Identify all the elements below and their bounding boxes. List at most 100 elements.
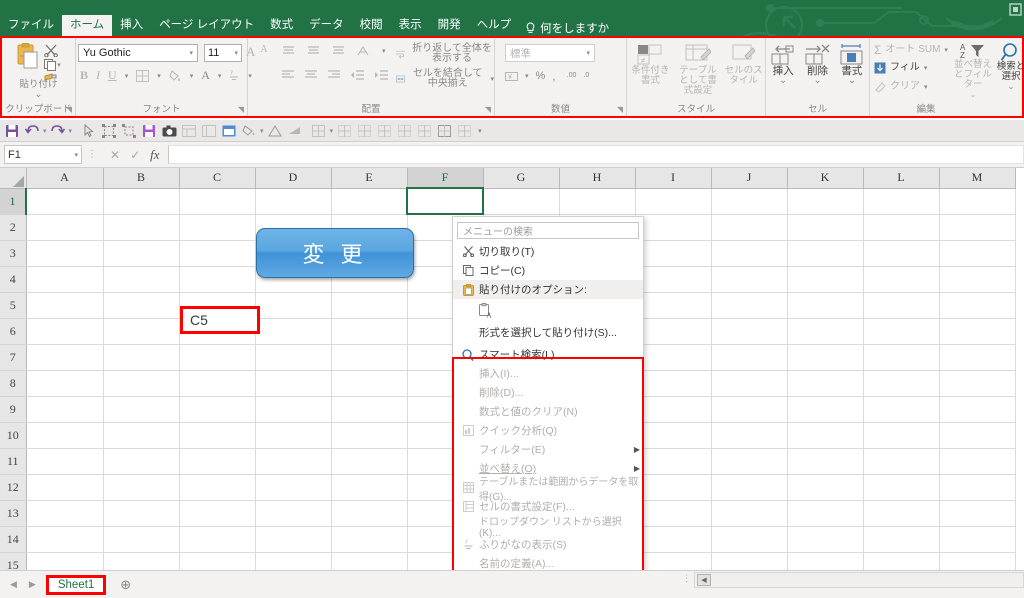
cell-l11[interactable] xyxy=(863,448,940,475)
cell-a15[interactable] xyxy=(26,552,104,570)
cell-i4[interactable] xyxy=(635,266,712,293)
context-menu-item-copy[interactable]: コピー(C) xyxy=(453,261,643,280)
column-header-m[interactable]: M xyxy=(939,168,1016,189)
cell-b8[interactable] xyxy=(103,370,180,397)
cell-l5[interactable] xyxy=(863,292,940,319)
copy-dropdown-caret[interactable]: ▾ xyxy=(57,61,61,69)
cell-b6[interactable] xyxy=(103,318,180,345)
cell-e14[interactable] xyxy=(331,526,408,553)
cell-a7[interactable] xyxy=(26,344,104,371)
cell-j7[interactable] xyxy=(711,344,788,371)
ungroup-icon[interactable] xyxy=(120,122,138,140)
cell-a11[interactable] xyxy=(26,448,104,475)
ribbon-tab-file[interactable]: ファイル xyxy=(0,15,62,36)
context-menu-item-smart-lookup[interactable]: スマート検索(L) xyxy=(453,345,643,364)
cell-i14[interactable] xyxy=(635,526,712,553)
cell-c14[interactable] xyxy=(179,526,256,553)
cell-a1[interactable] xyxy=(26,188,104,215)
formula-bar-grip[interactable]: ⋮ xyxy=(82,149,102,160)
row-header-7[interactable]: 7 xyxy=(0,344,27,371)
cell-m3[interactable] xyxy=(939,240,1016,267)
horizontal-split-grip[interactable]: ⋮ xyxy=(682,573,691,584)
cell-d15[interactable] xyxy=(255,552,332,570)
window-icon[interactable] xyxy=(200,122,218,140)
align-bottom-icon[interactable] xyxy=(332,45,345,57)
column-header-d[interactable]: D xyxy=(255,168,332,189)
cell-a10[interactable] xyxy=(26,422,104,449)
cell-m5[interactable] xyxy=(939,292,1016,319)
cell-l6[interactable] xyxy=(863,318,940,345)
column-header-c[interactable]: C xyxy=(179,168,256,189)
sort-filter-button[interactable]: A Z 並べ替えとフィルター ⌄ xyxy=(952,42,994,100)
cell-j12[interactable] xyxy=(711,474,788,501)
border-7-icon[interactable] xyxy=(455,122,473,140)
ribbon-tab-developer[interactable]: 開発 xyxy=(430,15,469,36)
align-middle-icon[interactable] xyxy=(307,45,320,57)
align-top-icon[interactable] xyxy=(282,45,295,57)
cell-i11[interactable] xyxy=(635,448,712,475)
context-menu-search[interactable]: メニューの検索 xyxy=(457,222,639,239)
accounting-format-icon[interactable]: ¥ xyxy=(505,70,518,82)
formula-input[interactable] xyxy=(167,145,1024,164)
ribbon-tab-page-layout[interactable]: ページ レイアウト xyxy=(151,15,262,36)
cell-c7[interactable] xyxy=(179,344,256,371)
prev-sheet-icon[interactable]: ◀ xyxy=(10,579,17,590)
scissors-icon[interactable] xyxy=(44,44,59,57)
cell-d1[interactable] xyxy=(255,188,332,215)
cell-k7[interactable] xyxy=(787,344,864,371)
format-cells-button[interactable]: 書式 ⌄ xyxy=(839,44,865,86)
shape-effect-icon[interactable] xyxy=(286,122,304,140)
cell-b15[interactable] xyxy=(103,552,180,570)
cell-a13[interactable] xyxy=(26,500,104,527)
column-header-j[interactable]: J xyxy=(711,168,788,189)
cell-i8[interactable] xyxy=(635,370,712,397)
row-header-4[interactable]: 4 xyxy=(0,266,27,293)
horizontal-scrollbar[interactable]: ◀ xyxy=(694,572,1024,588)
name-box[interactable]: F1 ▾ xyxy=(4,145,82,164)
insert-cells-caret[interactable]: ⌄ xyxy=(779,76,787,86)
save-as-icon[interactable] xyxy=(140,122,158,140)
cell-b14[interactable] xyxy=(103,526,180,553)
cell-m8[interactable] xyxy=(939,370,1016,397)
split-window-icon[interactable] xyxy=(220,122,238,140)
cell-e8[interactable] xyxy=(331,370,408,397)
cell-k10[interactable] xyxy=(787,422,864,449)
select-all-corner[interactable] xyxy=(0,168,27,189)
more-icon[interactable]: ▾ xyxy=(478,127,482,135)
cell-k8[interactable] xyxy=(787,370,864,397)
cell-l4[interactable] xyxy=(863,266,940,293)
cell-b5[interactable] xyxy=(103,292,180,319)
cell-m9[interactable] xyxy=(939,396,1016,423)
font-dialog-launcher[interactable]: ◥ xyxy=(238,105,244,114)
row-header-9[interactable]: 9 xyxy=(0,396,27,423)
row-header-5[interactable]: 5 xyxy=(0,292,27,319)
column-header-h[interactable]: H xyxy=(559,168,636,189)
name-box-caret[interactable]: ▾ xyxy=(74,151,78,159)
conditional-format-button[interactable]: ≠ 条件付き書式 xyxy=(628,44,672,96)
cell-i2[interactable] xyxy=(635,214,712,241)
context-menu-item-cut[interactable]: 切り取り(T) xyxy=(453,242,643,261)
cell-m7[interactable] xyxy=(939,344,1016,371)
cell-k1[interactable] xyxy=(787,188,864,215)
font-size-input[interactable]: 11 ▾ xyxy=(204,44,242,62)
row-header-12[interactable]: 12 xyxy=(0,474,27,501)
cell-e13[interactable] xyxy=(331,500,408,527)
align-center-icon[interactable] xyxy=(305,70,317,81)
redo-caret[interactable]: ▾ xyxy=(69,127,73,135)
phonetic-guide-icon[interactable]: ｱ xyxy=(229,69,240,82)
row-header-6[interactable]: 6 xyxy=(0,318,27,345)
border-4-icon[interactable] xyxy=(395,122,413,140)
tell-me-box[interactable]: 何をしますか xyxy=(519,20,609,36)
cell-a5[interactable] xyxy=(26,292,104,319)
cell-b7[interactable] xyxy=(103,344,180,371)
cell-j10[interactable] xyxy=(711,422,788,449)
wrap-text-icon[interactable] xyxy=(396,48,406,60)
cell-k12[interactable] xyxy=(787,474,864,501)
cell-l12[interactable] xyxy=(863,474,940,501)
cell-d14[interactable] xyxy=(255,526,332,553)
cell-c9[interactable] xyxy=(179,396,256,423)
quick-access-toolbar[interactable]: ▾ ▾ ▾ ▾ ▾ xyxy=(0,120,1024,142)
cell-i1[interactable] xyxy=(635,188,712,215)
cell-j11[interactable] xyxy=(711,448,788,475)
cell-m10[interactable] xyxy=(939,422,1016,449)
